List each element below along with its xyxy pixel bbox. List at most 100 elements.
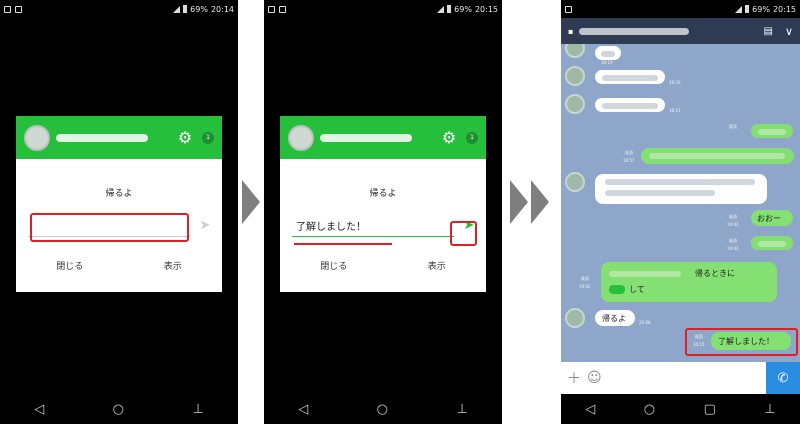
back-icon[interactable]: ◁ [34, 402, 44, 417]
note-icon[interactable]: ▤ [763, 26, 772, 37]
message-bubble [595, 70, 665, 84]
message-bubble [751, 236, 793, 250]
message-bubble [595, 46, 621, 60]
call-button[interactable]: ✆ [766, 362, 800, 394]
phone-screen-1: 69% 20:14 ⚙ 1 帰るよ ➤ 閉じる 表示 ◁ ○ ⊥ [0, 0, 238, 424]
count-badge: 1 [202, 131, 214, 144]
back-icon[interactable]: ◁ [298, 402, 308, 417]
avatar [565, 172, 585, 192]
phone-screen-2: 69% 20:15 ⚙ 1 帰るよ 了解しました！ ➤ 閉じる 表示 ◁ ○ ⊥ [264, 0, 502, 424]
message-time: 19:02 [727, 222, 739, 227]
chevron-down-icon[interactable]: ∨ [785, 25, 793, 38]
sender-name-blurred [320, 133, 412, 142]
notification-icon [565, 5, 572, 13]
message-bubble: 帰るよ [595, 310, 635, 326]
message-text: 帰るよ [602, 314, 626, 323]
battery-icon [447, 5, 452, 13]
battery-percent: 69% [190, 4, 208, 14]
message-time: 20:08 [639, 320, 651, 325]
message-time: 18:20 [669, 80, 681, 85]
gear-icon[interactable]: ⚙ [441, 129, 457, 146]
close-button[interactable]: 閉じる [56, 259, 83, 272]
signal-icon [735, 5, 743, 13]
message-bubble [595, 98, 665, 112]
popup-header: ⚙ 1 [280, 116, 486, 159]
read-mark: 既読 [581, 276, 589, 281]
phone-screen-3: 69% 20:15 ▪ ▤ ∨ 18:19 18:20 18:21 既読 既読 … [561, 0, 800, 424]
read-mark: 既読 [729, 238, 737, 243]
arrow-icon [531, 180, 549, 224]
clock: 20:15 [772, 4, 796, 14]
chat-input-bar: ＋ ☺ ✆ [561, 362, 800, 394]
notification-icon [268, 5, 275, 13]
avatar [565, 308, 585, 328]
avatar [565, 66, 585, 86]
status-bar: 69% 20:15 [561, 0, 800, 18]
show-button[interactable]: 表示 [428, 259, 446, 272]
battery-icon [183, 5, 188, 13]
message-time: 19:02 [727, 246, 739, 251]
gear-icon[interactable]: ⚙ [177, 129, 193, 146]
message-bubble: 帰るときに して [601, 262, 777, 302]
popup-actions: 閉じる 表示 [16, 259, 222, 272]
popup-actions: 閉じる 表示 [280, 259, 486, 272]
avatar [288, 124, 314, 151]
status-bar: 69% 20:14 [0, 0, 238, 18]
clock: 20:15 [474, 4, 498, 14]
highlight-new-message [685, 328, 798, 356]
arrow-icon [242, 180, 260, 224]
message-time: 18:57 [623, 158, 635, 163]
battery-percent: 69% [454, 4, 472, 14]
signal-icon [173, 5, 181, 13]
show-button[interactable]: 表示 [164, 259, 182, 272]
sender-name-blurred [56, 133, 148, 142]
app-icon [279, 5, 286, 13]
nav-bar: ◁ ○ ▢ ⊥ [561, 394, 800, 424]
chat-body: 18:19 18:20 18:21 既読 既読 18:57 既読 19:02 お… [561, 44, 800, 362]
chat-title-blurred [579, 27, 690, 35]
message-time: 19:02 [579, 284, 591, 289]
recent-apps-icon[interactable]: ▢ [704, 402, 716, 417]
message-text: おおー [757, 214, 781, 223]
home-icon[interactable]: ○ [644, 402, 655, 417]
battery-icon [745, 5, 750, 13]
emoji-icon [609, 285, 625, 294]
read-mark: 既読 [625, 150, 633, 155]
lock-icon: ▪ [568, 26, 574, 36]
menu-icon[interactable]: ⊥ [456, 402, 467, 417]
reply-input[interactable]: 了解しました！ [292, 215, 454, 237]
chat-header: ▪ ▤ ∨ [561, 18, 800, 44]
quick-reply-popup: ⚙ 1 帰るよ 了解しました！ ➤ 閉じる 表示 [280, 116, 486, 292]
popup-header: ⚙ 1 [16, 116, 222, 159]
highlight-reply-input [30, 213, 189, 242]
notification-icon [4, 5, 11, 13]
count-badge: 1 [466, 131, 478, 144]
send-icon[interactable]: ➤ [196, 217, 214, 235]
message-bubble [751, 124, 793, 138]
back-icon[interactable]: ◁ [585, 402, 595, 417]
message-bubble [641, 148, 794, 164]
home-icon[interactable]: ○ [113, 402, 124, 417]
plus-icon[interactable]: ＋ [567, 368, 581, 388]
menu-icon[interactable]: ⊥ [192, 402, 203, 417]
avatar [24, 124, 50, 151]
battery-percent: 69% [752, 4, 770, 14]
typed-text-underline [294, 243, 392, 245]
avatar [565, 94, 585, 114]
home-icon[interactable]: ○ [377, 402, 388, 417]
popup-message: 帰るよ [105, 189, 133, 199]
emoji-icon[interactable]: ☺ [587, 370, 602, 386]
menu-icon[interactable]: ⊥ [764, 402, 775, 417]
close-button[interactable]: 閉じる [320, 259, 347, 272]
message-bubble [595, 174, 767, 204]
app-icon [15, 5, 22, 13]
read-mark: 既読 [729, 124, 737, 129]
phone-icon: ✆ [777, 370, 789, 386]
message-text: 帰るときに [695, 269, 735, 278]
message-time: 18:21 [669, 108, 681, 113]
highlight-send-button [450, 221, 477, 246]
clock: 20:14 [210, 4, 234, 14]
read-mark: 既読 [729, 214, 737, 219]
popup-message: 帰るよ [369, 189, 397, 199]
nav-bar: ◁ ○ ⊥ [0, 394, 238, 424]
